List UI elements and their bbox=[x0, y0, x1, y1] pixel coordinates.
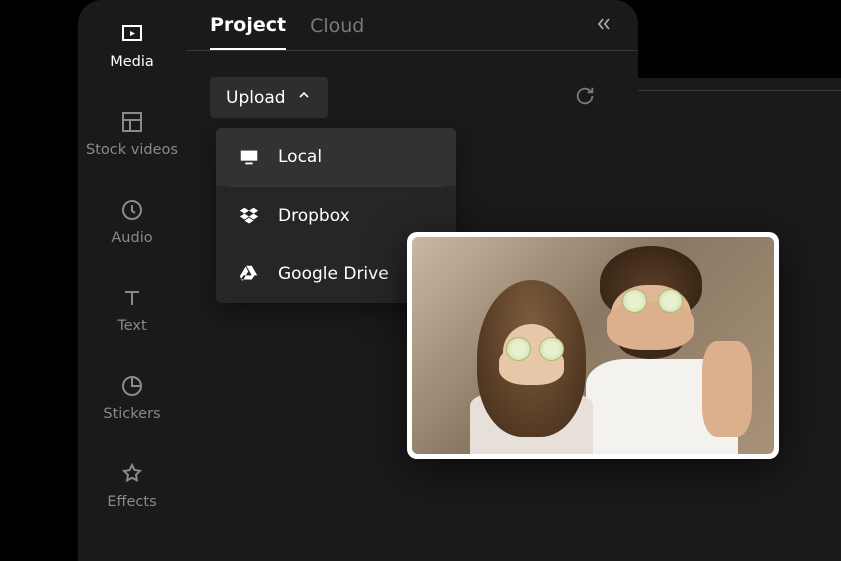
media-thumbnail[interactable] bbox=[407, 232, 779, 459]
sidebar-item-label: Effects bbox=[107, 494, 156, 510]
sidebar-item-label: Media bbox=[110, 54, 154, 70]
sidebar-item-audio[interactable]: Audio bbox=[78, 198, 186, 246]
dropdown-item-local[interactable]: Local bbox=[216, 128, 456, 186]
thumbnail-image bbox=[412, 237, 774, 454]
sidebar-item-stickers[interactable]: Stickers bbox=[78, 374, 186, 422]
sidebar-item-label: Audio bbox=[111, 230, 152, 246]
monitor-icon bbox=[238, 146, 260, 168]
dropdown-item-label: Local bbox=[278, 147, 322, 167]
upload-button[interactable]: Upload bbox=[210, 77, 328, 118]
sidebar: Media Stock videos Audio Text Stickers bbox=[78, 0, 186, 561]
effects-icon bbox=[120, 462, 144, 486]
google-drive-icon bbox=[238, 263, 260, 285]
media-icon bbox=[120, 22, 144, 46]
stock-videos-icon bbox=[120, 110, 144, 134]
audio-icon bbox=[120, 198, 144, 222]
panel-tabs: Project Cloud bbox=[186, 0, 638, 51]
sidebar-item-stock-videos[interactable]: Stock videos bbox=[78, 110, 186, 158]
tab-project[interactable]: Project bbox=[210, 14, 286, 50]
tab-cloud[interactable]: Cloud bbox=[310, 15, 364, 49]
stickers-icon bbox=[120, 374, 144, 398]
chevron-up-icon bbox=[296, 87, 312, 108]
sidebar-item-label: Stickers bbox=[103, 406, 160, 422]
refresh-button[interactable] bbox=[574, 85, 596, 111]
dropdown-item-label: Dropbox bbox=[278, 206, 350, 226]
media-panel: Project Cloud Upload bbox=[186, 0, 638, 118]
sidebar-item-text[interactable]: Text bbox=[78, 286, 186, 334]
sidebar-item-media[interactable]: Media bbox=[78, 22, 186, 70]
sidebar-item-effects[interactable]: Effects bbox=[78, 462, 186, 510]
collapse-panel-button[interactable] bbox=[594, 14, 614, 38]
dropdown-item-label: Google Drive bbox=[278, 264, 389, 284]
upload-button-label: Upload bbox=[226, 88, 286, 108]
upload-row: Upload bbox=[186, 51, 638, 118]
sidebar-item-label: Text bbox=[117, 318, 146, 334]
sidebar-item-label: Stock videos bbox=[86, 142, 178, 158]
text-icon bbox=[120, 286, 144, 310]
dropbox-icon bbox=[238, 205, 260, 227]
